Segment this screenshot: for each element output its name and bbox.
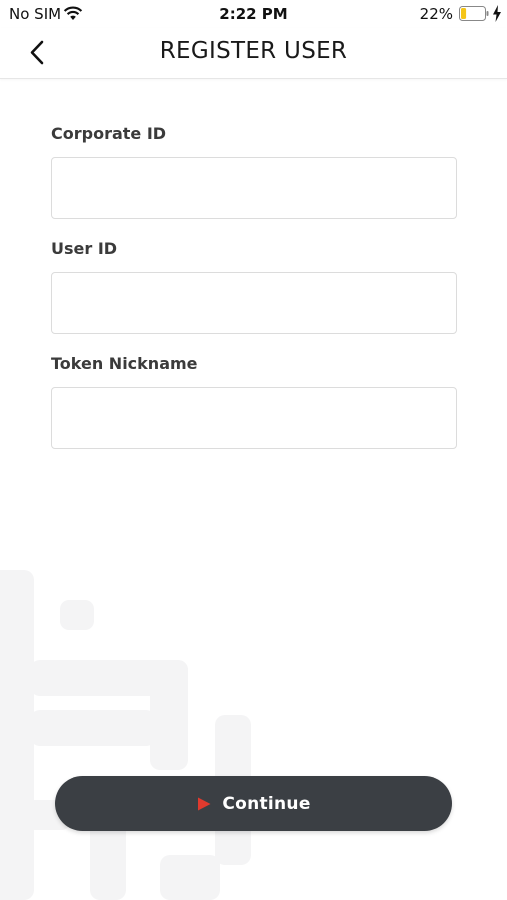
continue-button[interactable]: Continue [55, 776, 452, 831]
charging-bolt-icon [493, 5, 501, 22]
battery-percent: 22% [419, 5, 453, 23]
continue-label: Continue [222, 793, 311, 814]
status-bar: No SIM 2:22 PM 22% [0, 0, 507, 28]
nav-bar: REGISTER USER [0, 28, 507, 79]
user-id-field[interactable] [51, 272, 457, 334]
register-form: Corporate ID User ID Token Nickname [51, 124, 457, 469]
battery-icon [459, 6, 489, 21]
play-triangle-icon [198, 797, 211, 810]
token-nickname-label: Token Nickname [51, 354, 198, 373]
token-nickname-field[interactable] [51, 387, 457, 449]
background-watermark [0, 570, 251, 900]
user-id-label: User ID [51, 239, 118, 258]
corporate-id-label: Corporate ID [51, 124, 167, 143]
page-title: REGISTER USER [159, 38, 348, 64]
corporate-id-field[interactable] [51, 157, 457, 219]
